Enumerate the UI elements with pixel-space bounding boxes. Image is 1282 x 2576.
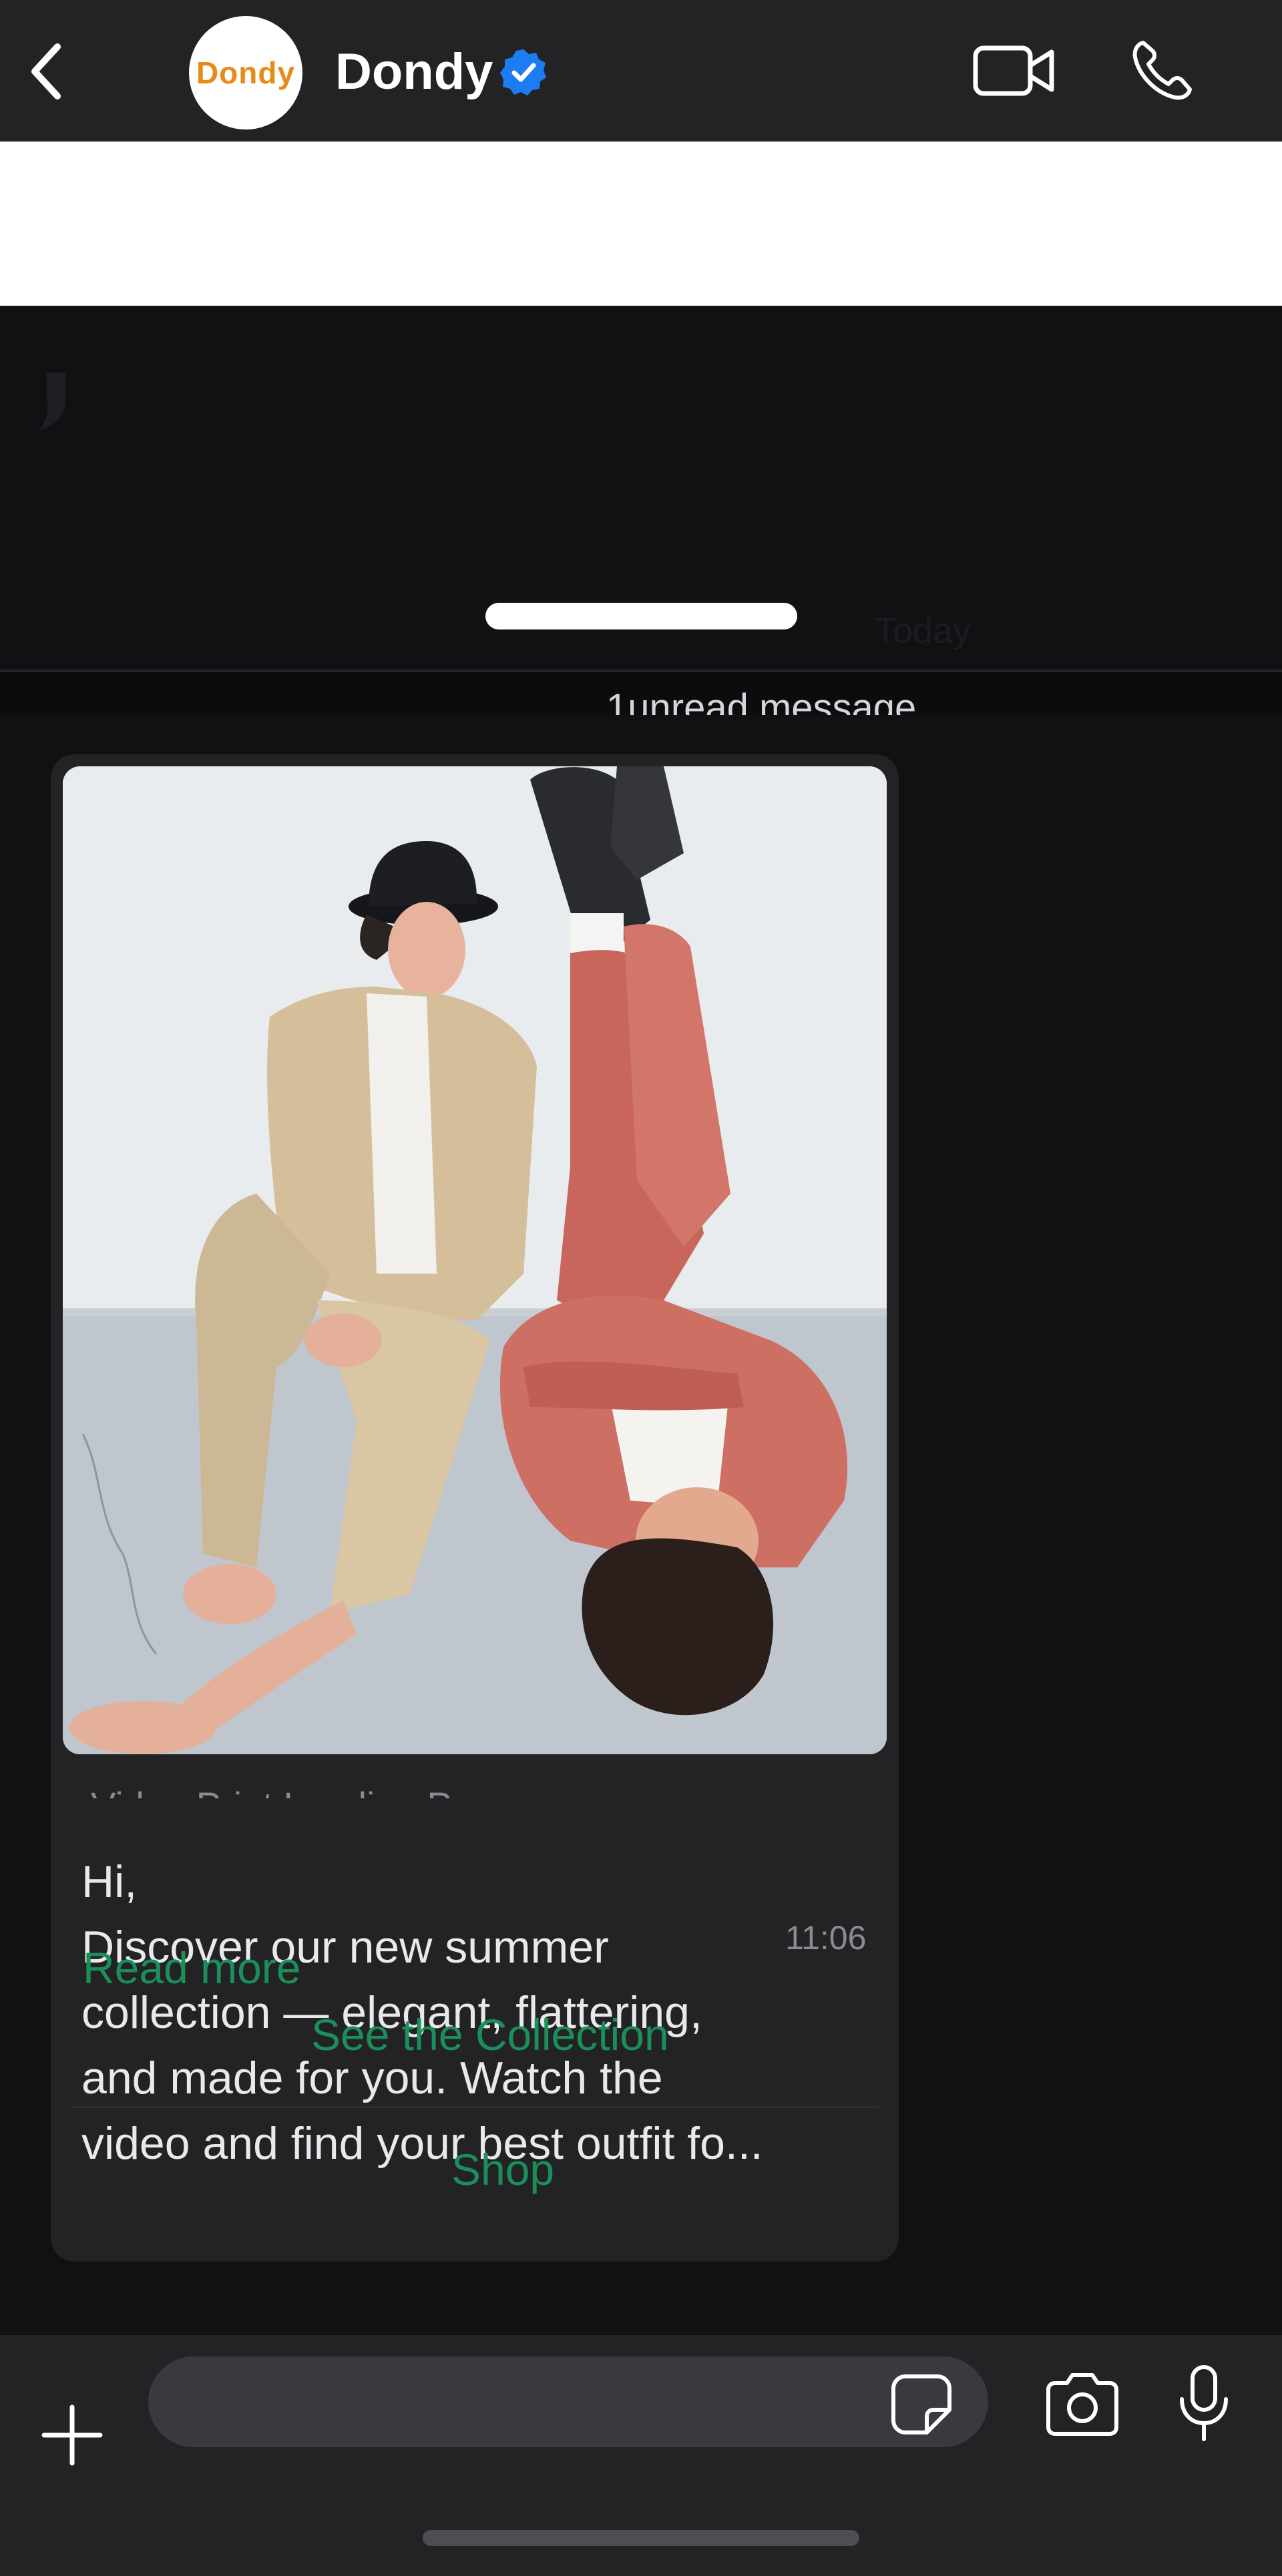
voice-call-button[interactable] bbox=[1128, 37, 1195, 104]
shop-button[interactable]: Shop bbox=[451, 2144, 554, 2195]
chat-header: Dondy Dondy bbox=[0, 0, 1282, 142]
unread-label: 1unread message bbox=[606, 686, 917, 715]
attach-button[interactable] bbox=[39, 2402, 105, 2469]
avatar-logo-text: Dondy bbox=[196, 55, 296, 90]
camera-icon bbox=[1046, 2373, 1118, 2436]
back-button[interactable] bbox=[27, 41, 67, 101]
message-time: 11:06 bbox=[785, 1919, 867, 1957]
microphone-icon bbox=[1180, 2365, 1228, 2441]
sticker-button[interactable] bbox=[889, 2372, 953, 2436]
date-separator: Today bbox=[875, 611, 972, 651]
link-preview-title-text: Video Print Landing Page bbox=[91, 1784, 625, 1798]
unread-banner: 1unread message bbox=[0, 672, 1282, 715]
composer-bar bbox=[0, 2335, 1282, 2576]
chat-overlay-pane: Today bbox=[0, 306, 1282, 670]
avatar[interactable]: Dondy bbox=[189, 16, 302, 130]
link-preview-title: Video Print Landing Page bbox=[91, 1774, 625, 1798]
banner-area bbox=[0, 142, 1282, 306]
chevron-left-icon bbox=[31, 43, 61, 99]
message-bubble[interactable]: Video Print Landing Page Hi, Discover ou… bbox=[51, 754, 899, 2262]
plus-icon bbox=[41, 2404, 103, 2466]
video-camera-icon bbox=[973, 45, 1054, 96]
camera-button[interactable] bbox=[1042, 2371, 1123, 2438]
button-divider bbox=[71, 2106, 879, 2108]
fashion-photo bbox=[63, 766, 887, 1754]
message-image[interactable] bbox=[63, 766, 887, 1754]
contact-name[interactable]: Dondy bbox=[335, 41, 493, 103]
bubble-tail-icon bbox=[40, 372, 65, 430]
home-indicator[interactable] bbox=[423, 2530, 859, 2546]
video-call-button[interactable] bbox=[972, 39, 1057, 103]
verified-badge-icon bbox=[500, 49, 546, 95]
see-collection-button[interactable]: See the Collection bbox=[311, 2009, 669, 2060]
message-input[interactable] bbox=[148, 2356, 988, 2447]
sticker-icon bbox=[891, 2374, 951, 2434]
drag-handle[interactable] bbox=[485, 603, 797, 629]
read-more-link[interactable]: Read more bbox=[83, 1943, 301, 1993]
phone-icon bbox=[1132, 41, 1192, 100]
voice-message-button[interactable] bbox=[1175, 2363, 1233, 2443]
